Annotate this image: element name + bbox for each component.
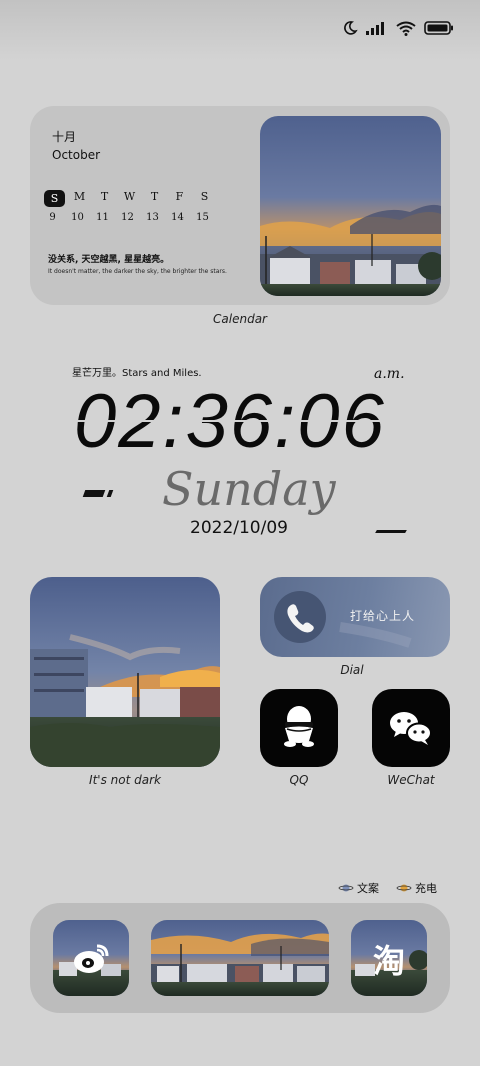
photo-caption: It's not dark bbox=[89, 773, 161, 787]
clock-slogan: 星芒万里。Stars and Miles. bbox=[72, 368, 202, 379]
decor-dash bbox=[106, 490, 114, 497]
dial-caption: Dial bbox=[340, 663, 364, 677]
calendar-weekday: T bbox=[150, 190, 159, 203]
dock: 淘 bbox=[30, 903, 450, 1013]
calendar-sunset-photo bbox=[260, 116, 441, 296]
wechat-label: WeChat bbox=[387, 773, 435, 787]
qq-label: QQ bbox=[289, 773, 309, 787]
taobao-icon: 淘 bbox=[372, 942, 405, 980]
calendar-weekday: T bbox=[100, 190, 109, 203]
phone-icon bbox=[287, 604, 314, 633]
wifi-icon bbox=[396, 21, 416, 36]
calendar-month-zh: 十月 bbox=[52, 130, 77, 144]
status-bar bbox=[342, 20, 454, 36]
legend-label: 文案 bbox=[357, 882, 379, 895]
calendar-date: 9 bbox=[49, 212, 56, 223]
calendar-month-en: October bbox=[52, 148, 101, 162]
dial-widget[interactable]: 打给心上人 bbox=[260, 577, 450, 657]
calendar-weekday: M bbox=[73, 190, 86, 203]
calendar-quote-zh: 没关系, 天空越黑, 星星越亮。 bbox=[48, 255, 170, 265]
taobao-app[interactable]: 淘 bbox=[351, 920, 427, 996]
calendar-date: 14 bbox=[171, 212, 184, 223]
clock-weekday: Sunday bbox=[162, 462, 336, 516]
signal-icon bbox=[366, 21, 388, 35]
calendar-date: 11 bbox=[96, 212, 109, 223]
calendar-widget[interactable]: 十月 October S M T W T F S 9 10 11 12 13 1… bbox=[30, 106, 450, 305]
wechat-icon bbox=[390, 712, 432, 745]
legend-label: 充电 bbox=[415, 882, 437, 895]
calendar-date: 15 bbox=[196, 212, 209, 223]
calendar-caption: Calendar bbox=[213, 312, 267, 326]
calendar-quote-en: It doesn't matter, the darker the sky, t… bbox=[48, 268, 227, 275]
qq-app-icon[interactable] bbox=[260, 689, 338, 767]
legend-item-charging[interactable]: 充电 bbox=[396, 880, 437, 896]
clock-time[interactable]: 02:36:06 bbox=[74, 382, 386, 462]
calendar-date: 10 bbox=[71, 212, 84, 223]
calendar-date: 13 bbox=[146, 212, 159, 223]
wechat-app-icon[interactable] bbox=[372, 689, 450, 767]
calendar-weekday: S bbox=[200, 190, 209, 203]
calendar-date-row: 9 10 11 12 13 14 15 bbox=[40, 212, 215, 223]
decor-dash bbox=[375, 530, 407, 533]
calendar-weekday: W bbox=[123, 190, 136, 203]
calendar-weekday: F bbox=[175, 190, 184, 203]
moon-icon bbox=[342, 20, 358, 36]
legend-item-copywriting[interactable]: 文案 bbox=[338, 880, 379, 896]
planet-icon bbox=[396, 884, 412, 892]
decor-dash bbox=[82, 490, 106, 497]
photo-widget[interactable] bbox=[30, 577, 220, 767]
clock-date: 2022/10/09 bbox=[190, 518, 288, 538]
calendar-date: 12 bbox=[121, 212, 134, 223]
phone-icon-circle bbox=[274, 591, 326, 643]
calendar-weekday: S bbox=[44, 190, 65, 207]
battery-icon bbox=[424, 21, 454, 35]
calendar-weekday-row: S M T W T F S bbox=[42, 190, 217, 207]
dial-label: 打给心上人 bbox=[350, 609, 416, 623]
qq-penguin-icon bbox=[284, 706, 314, 747]
weibo-app[interactable] bbox=[53, 920, 129, 996]
clock-slice-decoration bbox=[70, 420, 420, 422]
dock-sunset-photo[interactable] bbox=[151, 920, 329, 996]
planet-icon bbox=[338, 884, 354, 892]
